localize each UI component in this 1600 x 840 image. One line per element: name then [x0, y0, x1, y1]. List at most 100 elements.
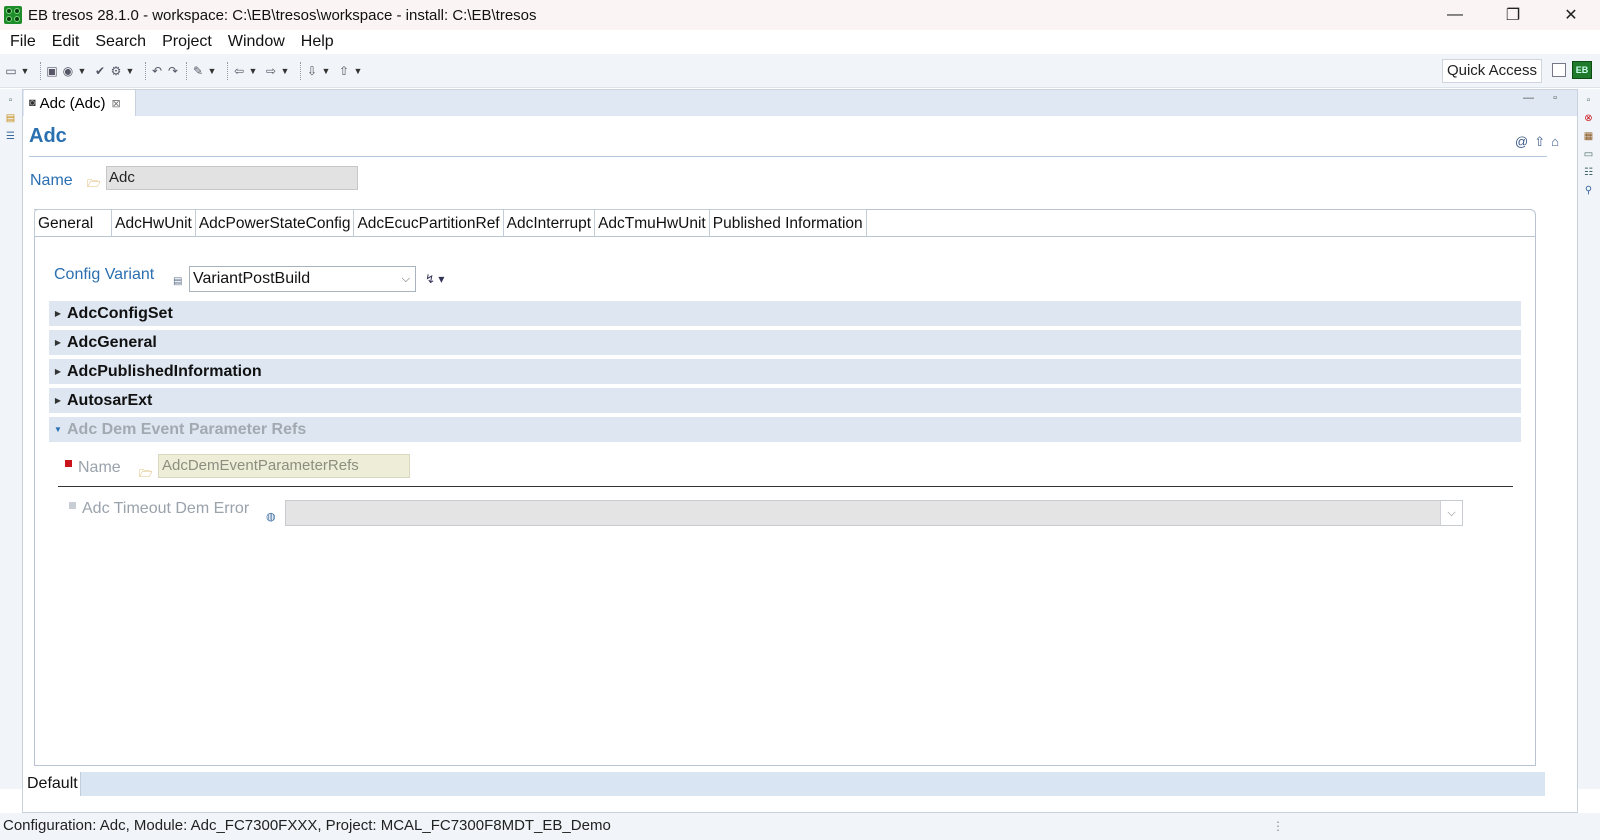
variant-tool-icon[interactable]: ↯ ▾ [425, 272, 444, 286]
prev-annotation-icon[interactable]: ⇧ [337, 61, 351, 81]
build-dropdown-icon[interactable]: ▼ [125, 61, 135, 81]
editor-page-tabs: Default [23, 772, 1545, 796]
dem-name-label: Name [78, 459, 121, 476]
menu-window[interactable]: Window [220, 30, 293, 54]
forward-icon[interactable]: ⇨ [264, 61, 278, 81]
right-trim-bar: ▫ ⊗ ▦ ▭ ☷ ⚲ [1578, 89, 1600, 789]
config-variant-value: VariantPostBuild [193, 270, 311, 287]
save-icon[interactable]: ▣ [45, 61, 59, 81]
config-variant-select[interactable]: VariantPostBuild ⌵ [189, 266, 416, 292]
chevron-down-icon: ⌵ [401, 273, 410, 285]
back-dropdown-icon[interactable]: ▼ [248, 61, 258, 81]
editor-tab-adc[interactable]: ◙ Adc (Adc) ⊠ [24, 90, 136, 116]
back-icon[interactable]: ⇦ [232, 61, 246, 81]
toolbar-separator [40, 61, 41, 80]
tasks-icon[interactable]: ☷ [1582, 167, 1595, 179]
problems-icon[interactable]: ⊗ [1582, 113, 1595, 125]
section-adc-dem-event-parameter-refs[interactable]: ▼ Adc Dem Event Parameter Refs [49, 416, 1521, 442]
forward-dropdown-icon[interactable]: ▼ [280, 61, 290, 81]
tab-adcinterrupt[interactable]: AdcInterrupt [503, 209, 596, 237]
restore-view-icon[interactable]: ▫ [4, 95, 17, 107]
menu-bar: File Edit Search Project Window Help [0, 30, 1600, 54]
section-label: AdcConfigSet [67, 304, 173, 322]
open-perspective-icon[interactable] [1552, 63, 1566, 77]
prev-annotation-dropdown-icon[interactable]: ▼ [353, 61, 363, 81]
verify-icon[interactable]: ✔ [93, 61, 107, 81]
close-window-button[interactable]: ✕ [1542, 0, 1600, 30]
toolbar-separator [145, 61, 146, 80]
editor-tab-label: Adc (Adc) [39, 94, 106, 112]
header-divider [29, 156, 1547, 157]
outline-icon[interactable]: ☰ [4, 131, 17, 143]
chevron-down-icon[interactable]: ⌵ [1440, 501, 1462, 525]
tab-adctmuhwunit[interactable]: AdcTmuHwUnit [595, 209, 710, 237]
tab-adcpowerstateconfig[interactable]: AdcPowerStateConfig [195, 209, 355, 237]
eb-tresos-app-icon [4, 6, 22, 24]
menu-project[interactable]: Project [154, 30, 220, 54]
home-icon[interactable]: ⌂ [1551, 134, 1559, 150]
section-adcconfigset[interactable]: ▶ AdcConfigSet [49, 300, 1521, 326]
module-icon: ◙ [29, 97, 36, 109]
tab-adcecucpartitionref[interactable]: AdcEcucPartitionRef [354, 209, 504, 237]
undo-icon[interactable]: ↶ [150, 61, 164, 81]
divider [58, 486, 1513, 487]
new-icon[interactable]: ▭ [4, 61, 18, 81]
tab-adchwunit[interactable]: AdcHwUnit [112, 209, 196, 237]
status-text: Configuration: Adc, Module: Adc_FC7300FX… [3, 817, 611, 834]
console-icon[interactable]: ▭ [1582, 149, 1595, 161]
go-up-icon[interactable]: ⇧ [1534, 134, 1545, 150]
folder-icon: 🗁 [139, 468, 153, 480]
config-variant-label: Config Variant [54, 266, 155, 283]
module-name-field[interactable]: Adc [106, 166, 358, 190]
tab-published-information[interactable]: Published Information [709, 209, 867, 237]
expand-triangle-icon: ▶ [54, 367, 62, 376]
restore-view-icon[interactable]: ▫ [1582, 95, 1595, 107]
project-explorer-icon[interactable]: ▤ [4, 113, 17, 125]
adc-timeout-dem-error-select[interactable]: ⌵ [285, 500, 1463, 526]
tresos-perspective-icon[interactable]: EB [1572, 61, 1592, 79]
document-icon: ▤ [173, 276, 183, 287]
close-tab-icon[interactable]: ⊠ [112, 97, 121, 110]
wand-dropdown-icon[interactable]: ▼ [207, 61, 217, 81]
page-title: Adc [29, 125, 67, 147]
menu-search[interactable]: Search [87, 30, 154, 54]
generate-dropdown-icon[interactable]: ▼ [77, 61, 87, 81]
section-adcpublishedinformation[interactable]: ▶ AdcPublishedInformation [49, 358, 1521, 384]
config-tab-row: General AdcHwUnit AdcPowerStateConfig Ad… [34, 209, 867, 237]
toolbar-separator [186, 61, 187, 80]
header-tools: @ ⇧ ⌂ [1515, 134, 1559, 150]
wand-icon[interactable]: ✎ [191, 61, 205, 81]
next-annotation-icon[interactable]: ⇩ [305, 61, 319, 81]
section-autosarext[interactable]: ▶ AutosarExt [49, 387, 1521, 413]
minimize-button[interactable]: — [1426, 0, 1484, 30]
expand-triangle-icon: ▶ [54, 396, 62, 405]
build-icon[interactable]: ⚙ [109, 61, 123, 81]
new-dropdown-icon[interactable]: ▼ [20, 61, 30, 81]
section-label: AdcPublishedInformation [67, 362, 262, 380]
reference-icon: ◍ [266, 511, 276, 523]
name-label: Name [30, 172, 73, 189]
quick-access-field[interactable]: Quick Access [1441, 59, 1542, 83]
menu-help[interactable]: Help [293, 30, 342, 54]
status-bar: Configuration: Adc, Module: Adc_FC7300FX… [0, 813, 1600, 840]
window-title: EB tresos 28.1.0 - workspace: C:\EB\tres… [28, 6, 537, 24]
main-toolbar: ▭ ▼ ▣ ◉ ▼ ✔ ⚙ ▼ ↶ ↷ ✎ ▼ ⇦ ▼ ⇨ ▼ ⇩ ▼ ⇧ ▼ [0, 54, 1600, 88]
tab-default[interactable]: Default [23, 772, 81, 796]
redo-icon[interactable]: ↷ [166, 61, 180, 81]
menu-edit[interactable]: Edit [44, 30, 88, 54]
section-label: Adc Dem Event Parameter Refs [67, 420, 307, 438]
next-annotation-dropdown-icon[interactable]: ▼ [321, 61, 331, 81]
link-icon[interactable]: @ [1515, 134, 1528, 150]
expand-triangle-icon: ▶ [54, 309, 62, 318]
optional-marker-icon [69, 502, 76, 509]
tab-general[interactable]: General [34, 209, 113, 237]
properties-icon[interactable]: ▦ [1582, 131, 1595, 143]
minimize-maximize-icons[interactable]: — ▫ [1523, 92, 1565, 104]
menu-file[interactable]: File [2, 30, 44, 54]
dem-name-field[interactable]: AdcDemEventParameterRefs [158, 454, 410, 478]
section-adcgeneral[interactable]: ▶ AdcGeneral [49, 329, 1521, 355]
adc-timeout-dem-error-label: Adc Timeout Dem Error [82, 500, 250, 517]
restore-button[interactable]: ❐ [1484, 0, 1542, 30]
search-view-icon[interactable]: ⚲ [1582, 185, 1595, 197]
generate-icon[interactable]: ◉ [61, 61, 75, 81]
